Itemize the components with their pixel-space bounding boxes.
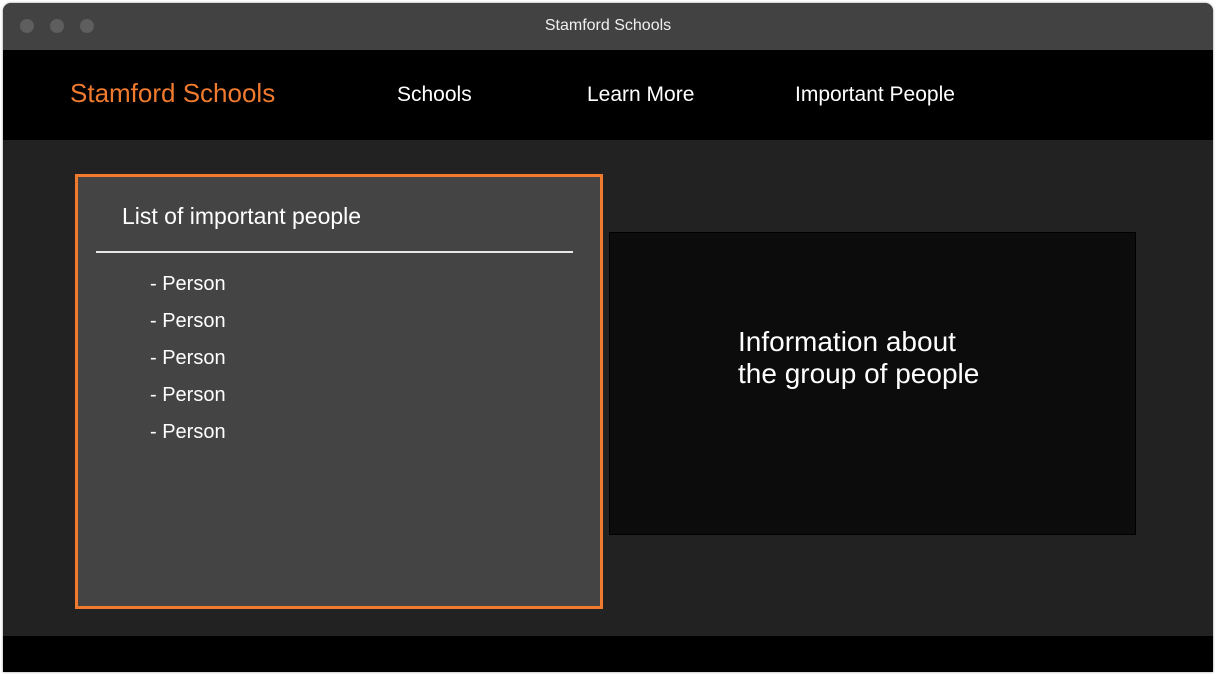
top-navbar: Stamford Schools Schools Learn More Impo…	[3, 50, 1213, 140]
person-list-item[interactable]: - Person	[150, 310, 226, 333]
nav-item-schools[interactable]: Schools	[397, 83, 472, 107]
app-window: Stamford Schools Stamford Schools School…	[3, 3, 1213, 672]
group-info-panel: Information about the group of people	[609, 232, 1136, 535]
window-title: Stamford Schools	[544, 17, 672, 34]
main-content: List of important people - Person - Pers…	[3, 140, 1213, 636]
list-title: List of important people	[122, 203, 362, 229]
list-divider	[96, 251, 573, 253]
nav-item-important-people[interactable]: Important People	[795, 83, 955, 107]
group-info-line-1: Information about	[738, 326, 956, 357]
person-list-item[interactable]: - Person	[150, 421, 226, 444]
person-list-item[interactable]: - Person	[150, 384, 226, 407]
group-info-line-2: the group of people	[738, 358, 980, 389]
group-info-text: Information about the group of people	[738, 326, 1058, 390]
nav-item-learn-more[interactable]: Learn More	[587, 83, 694, 107]
person-list-item[interactable]: - Person	[150, 273, 226, 296]
important-people-list-panel: List of important people - Person - Pers…	[75, 174, 603, 609]
bottom-bar	[3, 636, 1213, 672]
brand-logo-link[interactable]: Stamford Schools	[70, 78, 275, 109]
person-list-item[interactable]: - Person	[150, 347, 226, 370]
title-bar: Stamford Schools	[3, 3, 1213, 50]
